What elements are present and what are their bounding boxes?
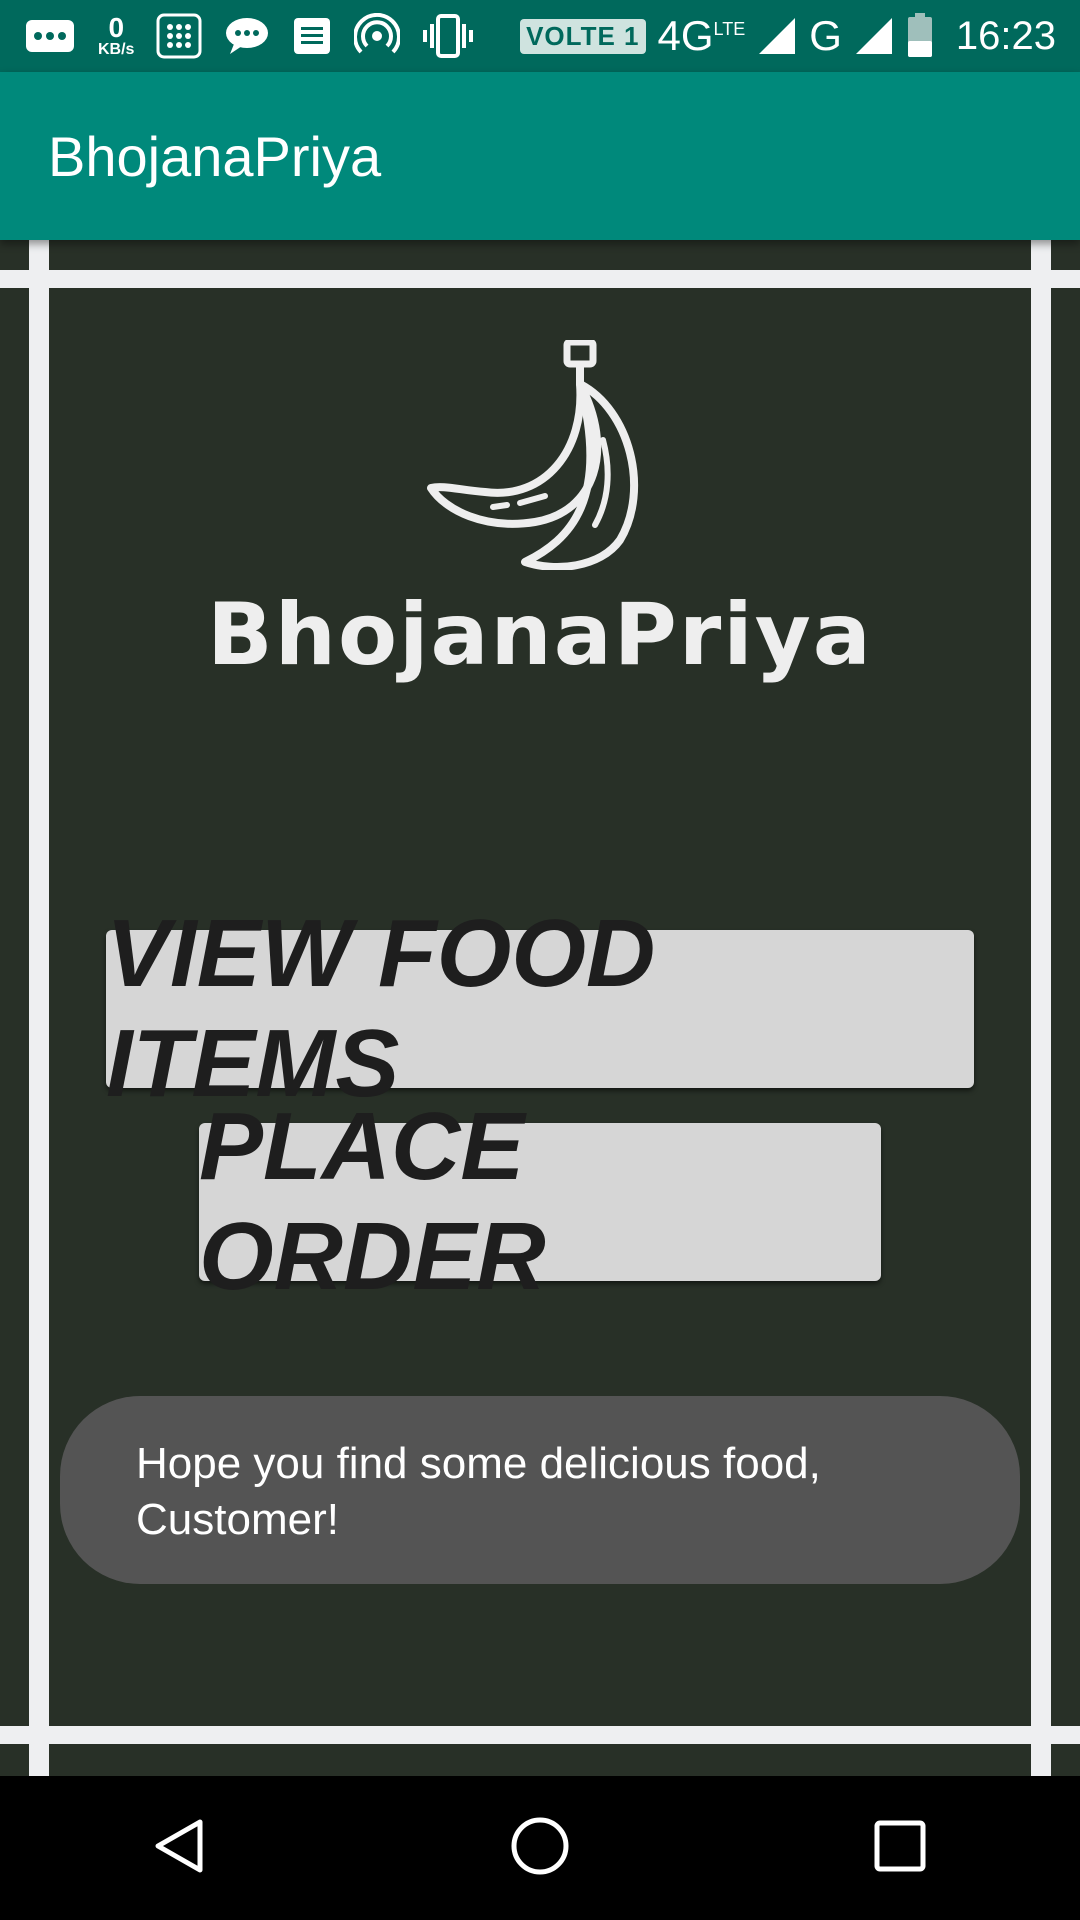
logo-text: BhojanaPriya: [207, 585, 873, 685]
news-icon: [292, 16, 332, 56]
view-food-items-button[interactable]: VIEW FOOD ITEMS: [106, 900, 974, 1117]
network-speed: 0 KB/s: [98, 12, 135, 58]
status-bar: 0 KB/s VOLTE 1 4GLTE G 16:23: [0, 0, 1080, 72]
screen: 0 KB/s VOLTE 1 4GLTE G 16:23 BhojanaPriy…: [0, 0, 1080, 1920]
app-logo: BhojanaPriya: [0, 338, 1080, 685]
home-button[interactable]: [480, 1788, 600, 1908]
status-bar-notifications: 0 KB/s: [24, 13, 474, 59]
frame-line-bottom: [0, 1726, 1080, 1744]
toast-message: Hope you find some delicious food, Custo…: [60, 1396, 1020, 1584]
signal-icon: [854, 16, 894, 56]
vibrate-icon: [422, 14, 474, 58]
back-icon: [150, 1816, 210, 1881]
network-4g-label: 4GLTE: [657, 12, 746, 59]
frame-line-top: [0, 270, 1080, 288]
app-title: BhojanaPriya: [48, 124, 382, 188]
recents-icon: [872, 1818, 928, 1879]
main-content: BhojanaPriya VIEW FOOD ITEMS PLACE ORDER…: [0, 240, 1080, 1776]
home-icon: [510, 1816, 570, 1881]
app-bar: BhojanaPriya: [0, 72, 1080, 240]
banana-icon: [425, 338, 655, 575]
status-bar-system: VOLTE 1 4GLTE G 16:23: [520, 12, 1056, 60]
place-order-button[interactable]: PLACE ORDER: [199, 1093, 881, 1310]
recents-button[interactable]: [840, 1788, 960, 1908]
clock: 16:23: [955, 13, 1056, 58]
keypad-icon: [156, 13, 202, 59]
network-g-label: G: [809, 12, 842, 59]
hotspot-icon: [354, 13, 401, 59]
battery-icon: [906, 13, 934, 59]
navigation-bar: [0, 1776, 1080, 1920]
signal-icon: [757, 16, 797, 56]
more-icon: [24, 16, 76, 56]
volte-badge: VOLTE 1: [520, 18, 646, 54]
back-button[interactable]: [120, 1788, 240, 1908]
message-icon: [224, 16, 270, 56]
